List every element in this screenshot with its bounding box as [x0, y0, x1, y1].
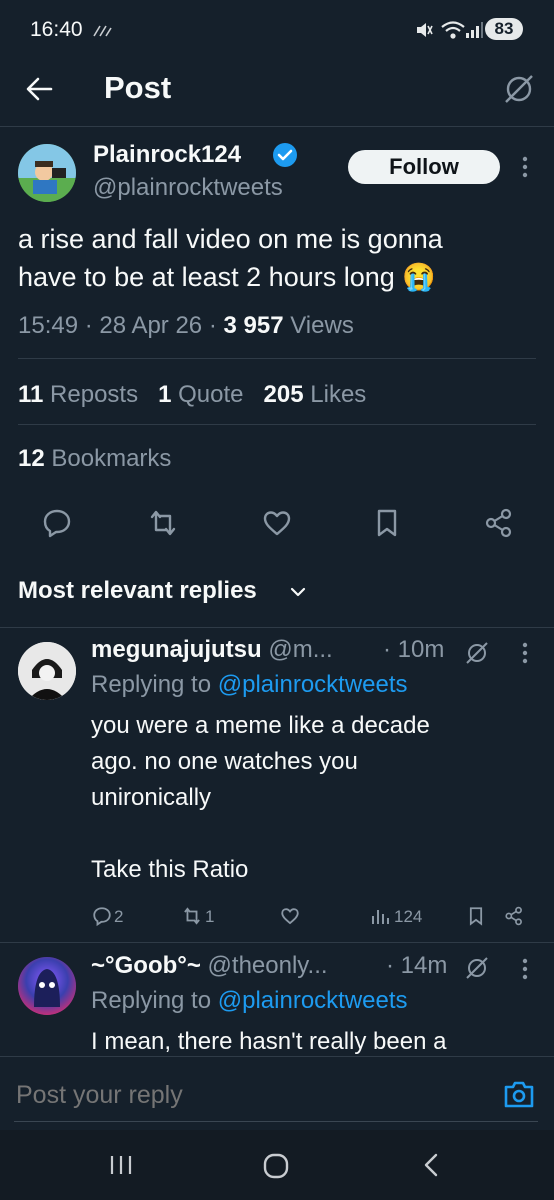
reposts-stat[interactable]: 11 Reposts	[18, 381, 138, 408]
wifi-icon	[441, 21, 465, 39]
likes-stat[interactable]: 205 Likes	[264, 381, 367, 408]
reply-composer	[0, 1056, 554, 1131]
divider	[18, 424, 536, 425]
follow-label: Follow	[389, 154, 459, 179]
meta-dot: ·	[208, 312, 217, 339]
post-text-line-1: a rise and fall video on me is gonna	[18, 224, 443, 254]
reply-text: I mean, there hasn't really been a	[91, 1028, 447, 1055]
post-date: 28 Apr 26	[99, 312, 203, 339]
loudly-crying-emoji: 😭	[402, 262, 436, 292]
bookmark-icon[interactable]	[370, 506, 404, 540]
reply-action-row: 2 1 124	[91, 903, 531, 929]
reply-count: 2	[114, 907, 124, 926]
reply-icon[interactable]	[91, 905, 113, 927]
repost-count: 1	[205, 907, 215, 926]
reply-author-name[interactable]: megunajujutsu	[91, 636, 262, 663]
back-nav-icon[interactable]	[420, 1152, 442, 1178]
bookmarks-stat[interactable]: 12 Bookmarks	[18, 445, 171, 473]
repost-icon[interactable]	[181, 905, 203, 927]
signal-icon	[466, 22, 483, 38]
system-nav-bar	[0, 1130, 554, 1200]
top-bar: Post	[0, 60, 554, 127]
reply-time: · 10m	[383, 636, 445, 663]
replying-to: Replying to @plainrocktweets	[91, 671, 408, 698]
replying-to-link[interactable]: @plainrocktweets	[218, 987, 408, 1014]
verified-badge-icon	[273, 143, 297, 167]
status-time: 16:40	[30, 18, 83, 41]
avatar-image	[18, 642, 76, 700]
replies-sort-label: Most relevant replies	[18, 577, 257, 604]
slash-circle-icon[interactable]	[502, 72, 536, 106]
reply-time: · 14m	[386, 952, 448, 979]
more-vertical-icon[interactable]	[520, 642, 530, 664]
status-bar: 16:40 83	[0, 0, 554, 60]
replying-to: Replying to @plainrocktweets	[91, 987, 408, 1014]
follow-button[interactable]: Follow	[348, 150, 500, 184]
avatar-image	[18, 957, 76, 1015]
post-time: 15:49	[18, 312, 79, 339]
views-icon[interactable]	[371, 906, 391, 926]
reply-input[interactable]	[14, 1075, 478, 1115]
data-saver-icon	[93, 25, 112, 37]
divider	[0, 942, 554, 943]
views-count: 3 957	[223, 312, 284, 339]
post-meta: 15:49 · 28 Apr 26 · 3 957 Views	[18, 312, 354, 340]
reply-header: ~°Goob°~ @theonly...	[91, 952, 328, 980]
home-icon[interactable]	[262, 1152, 290, 1180]
engagement-stats: 11 Reposts 1 Quote 205 Likes	[18, 381, 366, 409]
reply-icon[interactable]	[40, 506, 74, 540]
quotes-stat[interactable]: 1 Quote	[158, 381, 243, 408]
camera-icon[interactable]	[503, 1079, 535, 1109]
share-icon[interactable]	[503, 905, 525, 927]
reply-header: megunajujutsu @m...	[91, 636, 333, 664]
divider	[0, 627, 554, 628]
views-label[interactable]: Views	[290, 312, 354, 339]
reply-avatar[interactable]	[18, 957, 76, 1015]
avatar-image	[18, 144, 76, 202]
page-title: Post	[104, 70, 172, 105]
like-icon[interactable]	[279, 905, 301, 927]
battery-indicator: 83	[485, 18, 523, 40]
slash-circle-icon[interactable]	[464, 955, 490, 981]
more-vertical-icon[interactable]	[520, 958, 530, 980]
more-vertical-icon[interactable]	[520, 156, 530, 178]
post-text: a rise and fall video on me is gonna hav…	[18, 220, 538, 296]
mute-icon	[417, 23, 433, 37]
divider	[18, 358, 536, 359]
replying-to-link[interactable]: @plainrocktweets	[218, 671, 408, 698]
reply-author-handle[interactable]: @theonly...	[208, 952, 328, 979]
repost-icon[interactable]	[146, 506, 180, 540]
post-text-line-2: have to be at least 2 hours long 😭	[18, 262, 436, 292]
author-handle[interactable]: @plainrocktweets	[93, 174, 283, 202]
battery-level: 83	[494, 19, 514, 38]
reply-avatar[interactable]	[18, 642, 76, 700]
meta-dot: ·	[84, 312, 93, 339]
like-icon[interactable]	[260, 506, 294, 540]
slash-circle-icon[interactable]	[464, 640, 490, 666]
bookmark-icon[interactable]	[465, 905, 487, 927]
reply-text: you were a meme like a decade ago. no on…	[91, 708, 531, 888]
author-avatar[interactable]	[18, 144, 76, 202]
author-name[interactable]: Plainrock124	[93, 141, 241, 169]
arrow-left-icon[interactable]	[24, 74, 54, 104]
chevron-down-icon[interactable]	[290, 586, 306, 598]
input-underline	[14, 1121, 538, 1122]
reply-author-name[interactable]: ~°Goob°~	[91, 952, 201, 979]
reply-author-handle[interactable]: @m...	[268, 636, 332, 663]
views-count: 124	[394, 907, 423, 926]
recent-apps-icon[interactable]	[108, 1154, 134, 1176]
replies-sort-dropdown[interactable]: Most relevant replies	[18, 577, 257, 605]
share-icon[interactable]	[482, 506, 516, 540]
